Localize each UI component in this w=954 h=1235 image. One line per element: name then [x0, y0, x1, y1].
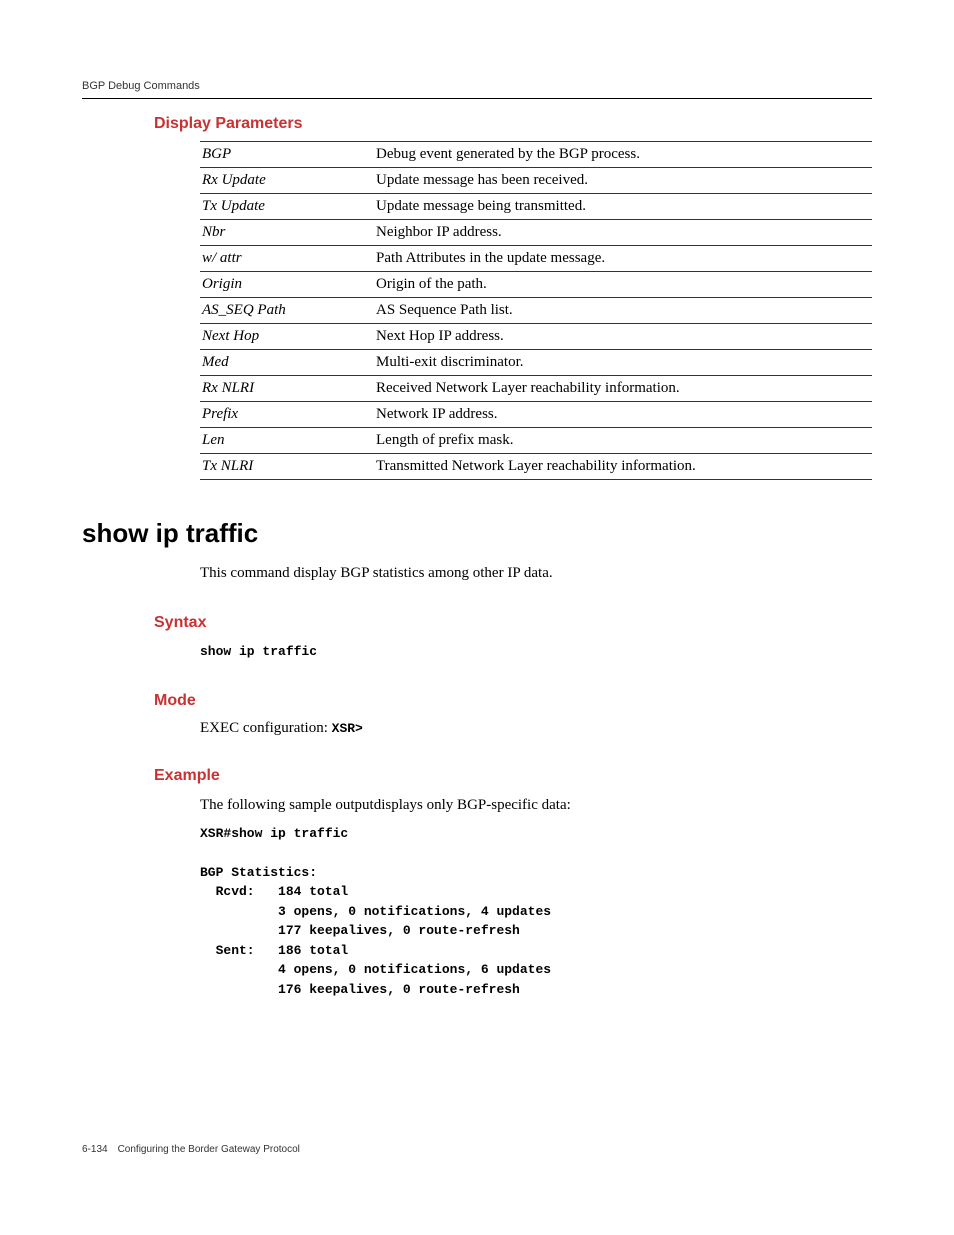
display-parameters-heading: Display Parameters: [154, 115, 872, 133]
table-row: w/ attr Path Attributes in the update me…: [200, 246, 872, 272]
syntax-heading: Syntax: [154, 614, 872, 632]
param-desc: Received Network Layer reachability info…: [374, 376, 872, 402]
header-rule: [82, 98, 872, 99]
param-term: Next Hop: [200, 324, 374, 350]
table-row: Origin Origin of the path.: [200, 272, 872, 298]
mode-label: EXEC configuration:: [200, 720, 332, 736]
table-row: BGP Debug event generated by the BGP pro…: [200, 142, 872, 168]
page-footer: 6-134 Configuring the Border Gateway Prot…: [82, 1144, 300, 1155]
example-heading: Example: [154, 767, 872, 785]
syntax-code: show ip traffic: [200, 642, 872, 662]
table-row: Tx NLRI Transmitted Network Layer reacha…: [200, 454, 872, 480]
header-section-label: BGP Debug Commands: [82, 80, 872, 92]
param-desc: Debug event generated by the BGP process…: [374, 142, 872, 168]
param-term: Nbr: [200, 220, 374, 246]
param-desc: Origin of the path.: [374, 272, 872, 298]
table-row: Rx NLRI Received Network Layer reachabil…: [200, 376, 872, 402]
command-heading: show ip traffic: [82, 518, 872, 549]
mode-line: EXEC configuration: XSR>: [200, 720, 872, 737]
example-code: XSR#show ip traffic BGP Statistics: Rcvd…: [200, 824, 872, 1000]
param-term: BGP: [200, 142, 374, 168]
footer-title: Configuring the Border Gateway Protocol: [118, 1144, 300, 1155]
param-term: Tx NLRI: [200, 454, 374, 480]
param-term: Rx NLRI: [200, 376, 374, 402]
mode-heading: Mode: [154, 692, 872, 710]
table-row: Next Hop Next Hop IP address.: [200, 324, 872, 350]
page-content: BGP Debug Commands Display Parameters BG…: [0, 0, 954, 999]
param-desc: Next Hop IP address.: [374, 324, 872, 350]
table-row: Len Length of prefix mask.: [200, 428, 872, 454]
param-term: AS_SEQ Path: [200, 298, 374, 324]
param-term: Len: [200, 428, 374, 454]
table-row: AS_SEQ Path AS Sequence Path list.: [200, 298, 872, 324]
param-term: Tx Update: [200, 194, 374, 220]
example-intro: The following sample outputdisplays only…: [200, 795, 872, 816]
param-desc: Path Attributes in the update message.: [374, 246, 872, 272]
param-desc: Update message has been received.: [374, 168, 872, 194]
table-row: Med Multi-exit discriminator.: [200, 350, 872, 376]
table-row: Rx Update Update message has been receiv…: [200, 168, 872, 194]
param-desc: Transmitted Network Layer reachability i…: [374, 454, 872, 480]
table-row: Prefix Network IP address.: [200, 402, 872, 428]
param-term: Rx Update: [200, 168, 374, 194]
param-term: Med: [200, 350, 374, 376]
param-desc: AS Sequence Path list.: [374, 298, 872, 324]
param-desc: Multi-exit discriminator.: [374, 350, 872, 376]
display-parameters-table: BGP Debug event generated by the BGP pro…: [200, 141, 872, 480]
table-row: Tx Update Update message being transmitt…: [200, 194, 872, 220]
page-number: 6-134: [82, 1144, 108, 1155]
command-intro: This command display BGP statistics amon…: [200, 563, 872, 584]
param-desc: Length of prefix mask.: [374, 428, 872, 454]
param-term: Prefix: [200, 402, 374, 428]
param-desc: Neighbor IP address.: [374, 220, 872, 246]
mode-prompt: XSR>: [332, 721, 363, 736]
param-desc: Update message being transmitted.: [374, 194, 872, 220]
table-row: Nbr Neighbor IP address.: [200, 220, 872, 246]
param-desc: Network IP address.: [374, 402, 872, 428]
param-term: w/ attr: [200, 246, 374, 272]
param-term: Origin: [200, 272, 374, 298]
